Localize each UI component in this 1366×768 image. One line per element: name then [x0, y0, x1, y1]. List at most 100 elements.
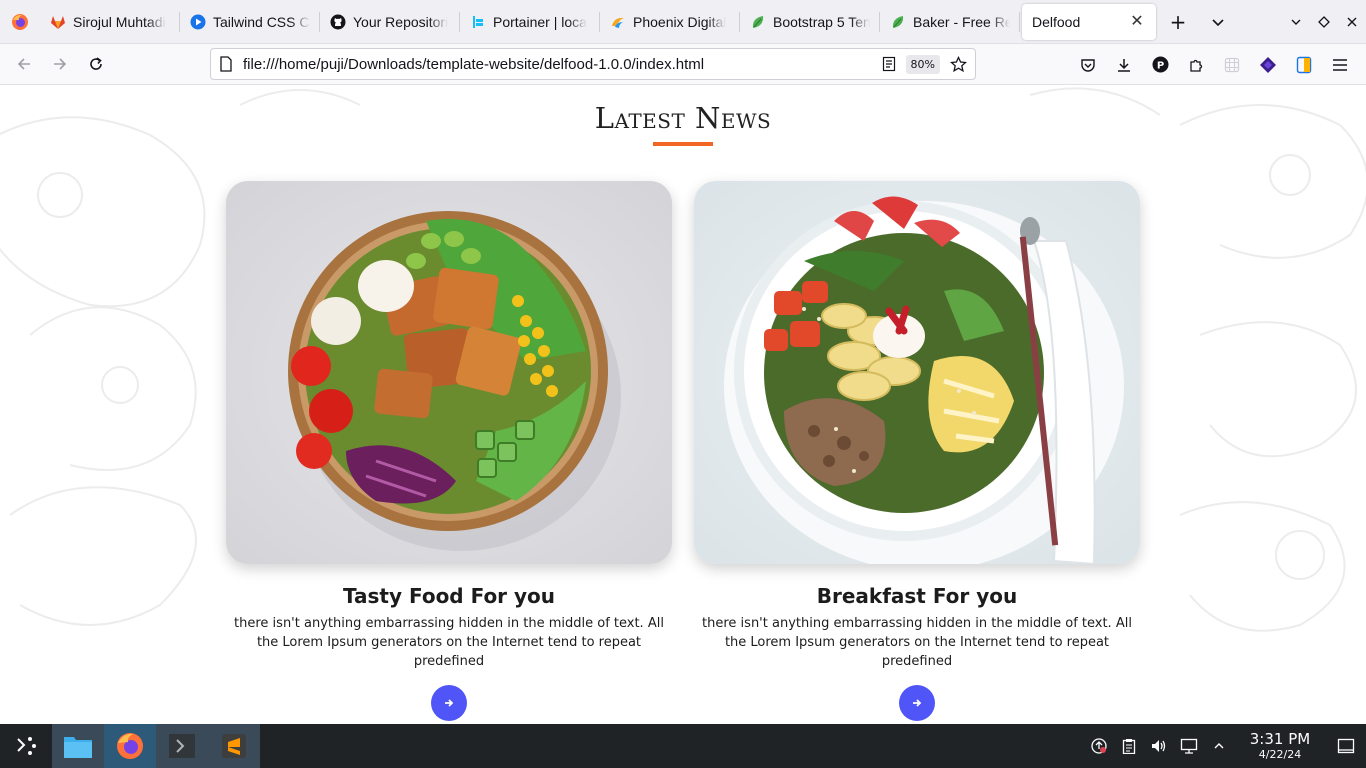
pocket-icon: [1081, 58, 1095, 72]
volume-icon[interactable]: [1144, 724, 1174, 768]
chevron-up-icon[interactable]: [1204, 724, 1234, 768]
section-heading: Latest News: [594, 101, 772, 135]
reload-button[interactable]: [78, 48, 114, 80]
tab-title: Portainer | loca: [493, 13, 587, 30]
portainer-icon: [470, 14, 486, 30]
download-icon: [1118, 58, 1130, 72]
tab-title: Your Repositori: [353, 13, 449, 30]
play-circle-icon: [190, 14, 206, 30]
tab-baker[interactable]: Baker - Free Re: [880, 0, 1020, 44]
tab-sirojul-muhtadi[interactable]: Sirojul Muhtadi: [40, 0, 180, 44]
forward-button[interactable]: [42, 48, 78, 80]
news-card: Tasty Food For you there isn't anything …: [226, 181, 672, 721]
tab-your-repositories[interactable]: Your Repositori: [320, 0, 460, 44]
address-bar[interactable]: file:///home/puji/Downloads/template-web…: [210, 48, 976, 80]
taskbar-terminal[interactable]: [156, 724, 208, 768]
tab-title: Tailwind CSS Ca: [213, 13, 310, 30]
grid-icon: [1224, 57, 1240, 72]
downloads-button[interactable]: [1106, 49, 1142, 81]
layers-icon: [1260, 56, 1276, 73]
taskbar: 3:31 PM 4/22/24: [0, 724, 1366, 768]
svg-text:P: P: [1156, 61, 1163, 72]
phoenix-icon: [610, 14, 626, 30]
split-view-icon: [1296, 56, 1312, 73]
firefox-icon: [12, 13, 28, 30]
clock-date: 4/22/24: [1258, 747, 1302, 761]
tab-title: Delfood: [1032, 13, 1081, 30]
card-title: Tasty Food For you: [342, 584, 556, 608]
extensions-button[interactable]: [1178, 49, 1214, 81]
tab-title: Phoenix Digital: [633, 13, 727, 30]
updates-icon[interactable]: [1084, 724, 1114, 768]
p-circle-icon: P: [1152, 56, 1168, 73]
gitlab-icon: [50, 14, 66, 30]
read-more-button[interactable]: [899, 685, 935, 721]
bookmark-star-icon[interactable]: [950, 55, 967, 73]
card-title: Breakfast For you: [816, 584, 1018, 608]
tab-title: Baker - Free Re: [913, 13, 1010, 30]
url-text[interactable]: file:///home/puji/Downloads/template-web…: [243, 56, 882, 73]
layers-extension-button[interactable]: [1250, 49, 1286, 81]
tab-title: Bootstrap 5 Ten: [773, 13, 870, 30]
sidebar-extension-button[interactable]: [1286, 49, 1322, 81]
system-tray: 3:31 PM 4/22/24: [1084, 724, 1366, 768]
taskbar-sublime-text[interactable]: [208, 724, 260, 768]
chevron-down-icon: [1291, 19, 1301, 25]
grid-extension-button[interactable]: [1214, 49, 1250, 81]
tab-phoenix-digital[interactable]: Phoenix Digital: [600, 0, 740, 44]
digital-clock[interactable]: 3:31 PM 4/22/24: [1242, 729, 1318, 762]
heading-underline: [653, 142, 713, 146]
tab-delfood[interactable]: Delfood ✕: [1022, 3, 1156, 40]
github-icon: [330, 14, 346, 30]
network-icon[interactable]: [1174, 724, 1204, 768]
window-close-button[interactable]: [1338, 0, 1366, 44]
launcher-icon: [17, 737, 36, 755]
leaf-icon: [890, 14, 906, 30]
list-all-tabs-button[interactable]: [1198, 0, 1238, 44]
firefox-view-button[interactable]: [0, 0, 40, 44]
terminal-icon: [169, 734, 195, 758]
reload-icon: [90, 57, 102, 70]
profile-extension-button[interactable]: P: [1142, 49, 1178, 81]
pocket-button[interactable]: [1070, 49, 1106, 81]
card-text: there isn't anything embarrassing hidden…: [702, 616, 1132, 669]
chevron-down-icon: [1212, 18, 1224, 26]
zoom-level-badge[interactable]: 80%: [905, 54, 940, 74]
back-button[interactable]: [6, 48, 42, 80]
puzzle-icon: [1190, 59, 1203, 72]
leaf-icon: [750, 14, 766, 30]
close-icon: [1347, 17, 1357, 26]
app-menu-button[interactable]: [1322, 49, 1358, 81]
clipboard-icon[interactable]: [1114, 724, 1144, 768]
salad-bowl-image: [226, 181, 672, 564]
taskbar-firefox[interactable]: [104, 724, 156, 768]
window-minimize-button[interactable]: [1282, 0, 1310, 44]
hamburger-menu-icon: [1333, 58, 1347, 71]
new-tab-button[interactable]: +: [1158, 0, 1198, 44]
close-tab-icon[interactable]: ✕: [1128, 13, 1146, 30]
arrow-right-icon: [445, 699, 454, 707]
food-doodle-background: [0, 87, 1366, 632]
read-more-button[interactable]: [431, 685, 467, 721]
clock-time: 3:31 PM: [1249, 729, 1311, 748]
taskbar-file-manager[interactable]: [52, 724, 104, 768]
card-text: there isn't anything embarrassing hidden…: [234, 616, 664, 669]
navigation-toolbar: file:///home/puji/Downloads/template-web…: [0, 44, 1366, 85]
app-launcher-button[interactable]: [0, 724, 52, 768]
tab-portainer[interactable]: Portainer | loca: [460, 0, 600, 44]
window-maximize-button[interactable]: [1310, 0, 1338, 44]
page-viewport: Latest News Tasty Food For you there isn…: [0, 85, 1366, 724]
reader-view-icon[interactable]: [882, 56, 896, 72]
news-card: Breakfast For you there isn't anything e…: [694, 181, 1140, 721]
tab-tailwind-css[interactable]: Tailwind CSS Ca: [180, 0, 320, 44]
page-icon: [220, 56, 232, 72]
show-desktop-button[interactable]: [1326, 724, 1366, 768]
pasta-bowl-image: [694, 181, 1140, 564]
tab-strip: Sirojul Muhtadi Tailwind CSS Ca Your Rep…: [0, 0, 1366, 44]
arrow-right-icon: [913, 699, 922, 707]
firefox-icon: [117, 733, 143, 759]
diamond-icon: [1318, 15, 1330, 28]
arrow-left-icon: [17, 58, 30, 70]
tab-title: Sirojul Muhtadi: [73, 13, 166, 30]
tab-bootstrap-5[interactable]: Bootstrap 5 Ten: [740, 0, 880, 44]
